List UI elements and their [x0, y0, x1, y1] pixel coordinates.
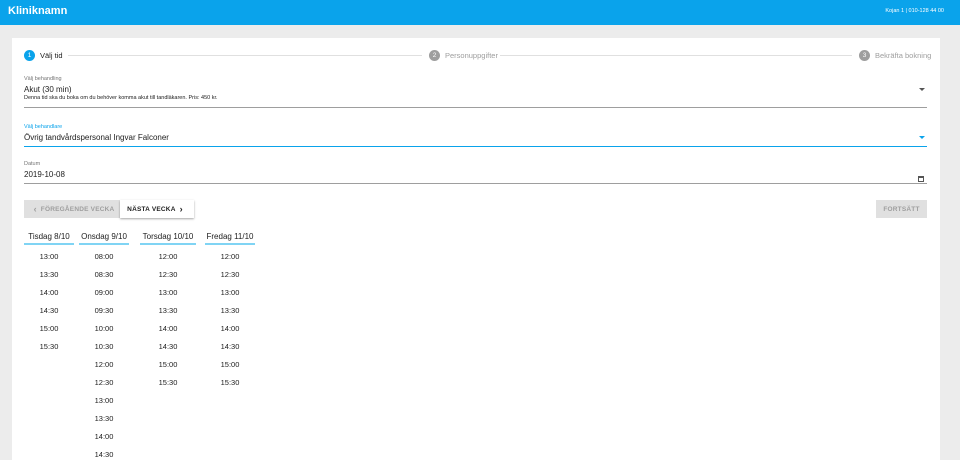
previous-week-label: FÖREGÅENDE VECKA	[40, 205, 115, 213]
time-slot-button[interactable]: 13:00	[79, 392, 129, 410]
time-slot-list: 08:00 08:30 09:00 09:30 10:00 10:30 12:00 12:30…	[79, 245, 129, 460]
clinic-contact: Kojan 1 | 010-128 44 00	[885, 8, 944, 14]
step-number: 1	[24, 50, 35, 61]
practitioner-label: Välj behandlare	[24, 124, 63, 130]
time-slot-button[interactable]: 14:00	[79, 428, 129, 446]
time-slot-button[interactable]: 08:00	[79, 248, 129, 266]
time-slot-button[interactable]: 14:30	[140, 338, 196, 356]
step-connector	[68, 55, 422, 56]
time-slot-button[interactable]: 13:00	[140, 284, 196, 302]
time-slot-button[interactable]: 15:30	[140, 374, 196, 392]
time-slot-button[interactable]: 15:30	[24, 338, 74, 356]
practitioner-value: Övrig tandvårdspersonal Ingvar Falconer	[24, 133, 169, 142]
time-slot-button[interactable]: 10:00	[79, 320, 129, 338]
step-choose-time: 1 Välj tid	[24, 50, 63, 61]
booking-card: 1 Välj tid 2 Personuppgifter 3 Bekräfta …	[12, 38, 940, 460]
day-column: Torsdag 10/10 12:00 12:30 13:00 13:30 14:00 1…	[140, 232, 196, 392]
continue-button[interactable]: FORTSÄTT	[876, 200, 927, 218]
date-label: Datum	[24, 161, 41, 167]
step-label: Bekräfta bokning	[875, 51, 932, 60]
top-app-bar: Kliniknamn Kojan 1 | 010-128 44 00	[0, 0, 960, 25]
time-slot-button[interactable]: 08:30	[79, 266, 129, 284]
chevron-left-icon: ‹	[33, 204, 37, 214]
next-week-label: NÄSTA VECKA	[127, 205, 176, 213]
step-label: Välj tid	[40, 51, 63, 60]
time-slot-button[interactable]: 14:30	[205, 338, 255, 356]
day-column: Onsdag 9/10 08:00 08:30 09:00 09:30 10:00 10:…	[79, 232, 129, 460]
day-column: Tisdag 8/10 13:00 13:30 14:00 14:30 15:00 15:…	[24, 232, 74, 356]
time-slot-button[interactable]: 14:00	[205, 320, 255, 338]
time-slot-button[interactable]: 10:30	[79, 338, 129, 356]
chevron-right-icon: ›	[179, 204, 183, 214]
time-slot-button[interactable]: 13:00	[24, 248, 74, 266]
day-header: Torsdag 10/10	[140, 232, 196, 245]
treatment-select[interactable]: Välj behandling Akut (30 min) Denna tid …	[24, 76, 927, 108]
previous-week-button[interactable]: ‹ FÖREGÅENDE VECKA	[24, 200, 120, 218]
date-field[interactable]: Datum 2019-10-08	[24, 161, 927, 184]
time-slot-list: 12:00 12:30 13:00 13:30 14:00 14:30 15:00 15:30	[205, 245, 255, 392]
time-slot-button[interactable]: 12:30	[205, 266, 255, 284]
time-slot-button[interactable]: 12:30	[140, 266, 196, 284]
time-slot-button[interactable]: 12:00	[205, 248, 255, 266]
time-slot-button[interactable]: 13:30	[140, 302, 196, 320]
time-slot-button[interactable]: 15:30	[205, 374, 255, 392]
time-slot-button[interactable]: 14:00	[24, 284, 74, 302]
treatment-hint: Denna tid ska du boka om du behöver komm…	[24, 95, 218, 101]
day-column: Fredag 11/10 12:00 12:30 13:00 13:30 14:00 14…	[205, 232, 255, 392]
time-slot-button[interactable]: 09:30	[79, 302, 129, 320]
step-confirm-booking: 3 Bekräfta bokning	[859, 50, 931, 61]
time-slot-button[interactable]: 15:00	[140, 356, 196, 374]
time-slot-list: 12:00 12:30 13:00 13:30 14:00 14:30 15:00 15:30	[140, 245, 196, 392]
time-slot-button[interactable]: 12:00	[140, 248, 196, 266]
time-slot-button[interactable]: 12:00	[79, 356, 129, 374]
calendar-icon[interactable]	[918, 176, 924, 182]
day-header: Fredag 11/10	[205, 232, 255, 245]
time-slot-button[interactable]: 12:30	[79, 374, 129, 392]
chevron-down-icon	[919, 88, 925, 91]
date-value: 2019-10-08	[24, 170, 65, 179]
day-header: Onsdag 9/10	[79, 232, 129, 245]
next-week-button[interactable]: NÄSTA VECKA ›	[120, 200, 194, 218]
continue-label: FORTSÄTT	[883, 205, 920, 213]
step-connector	[500, 55, 852, 56]
clinic-name: Kliniknamn	[8, 5, 68, 17]
step-number: 3	[859, 50, 870, 61]
step-personal-info: 2 Personuppgifter	[429, 50, 498, 61]
time-slot-button[interactable]: 15:00	[24, 320, 74, 338]
chevron-down-icon	[919, 136, 925, 139]
day-header: Tisdag 8/10	[24, 232, 74, 245]
treatment-label: Välj behandling	[24, 76, 62, 82]
time-slot-button[interactable]: 13:30	[79, 410, 129, 428]
time-slot-list: 13:00 13:30 14:00 14:30 15:00 15:30	[24, 245, 74, 356]
time-slot-button[interactable]: 13:30	[205, 302, 255, 320]
time-slot-button[interactable]: 14:30	[79, 446, 129, 460]
treatment-value: Akut (30 min)	[24, 85, 72, 94]
time-slot-button[interactable]: 14:00	[140, 320, 196, 338]
time-slot-button[interactable]: 14:30	[24, 302, 74, 320]
time-slot-button[interactable]: 09:00	[79, 284, 129, 302]
time-slot-button[interactable]: 15:00	[205, 356, 255, 374]
time-slot-button[interactable]: 13:00	[205, 284, 255, 302]
time-slot-button[interactable]: 13:30	[24, 266, 74, 284]
step-label: Personuppgifter	[445, 51, 498, 60]
step-number: 2	[429, 50, 440, 61]
practitioner-select[interactable]: Välj behandlare Övrig tandvårdspersonal …	[24, 124, 927, 147]
